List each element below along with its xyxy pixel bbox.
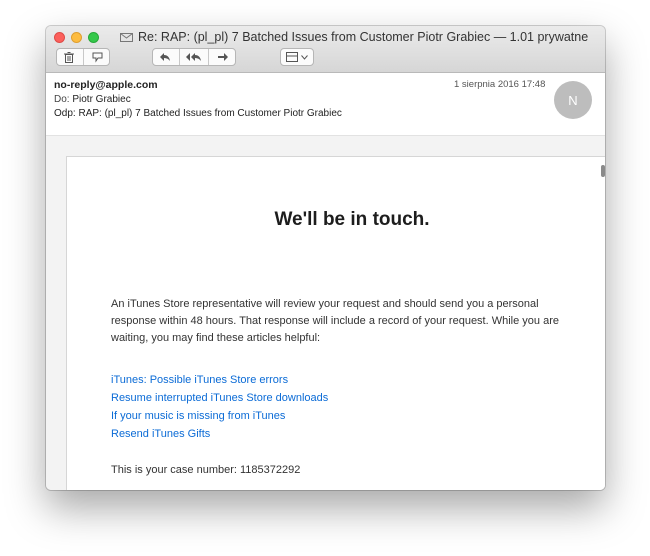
- junk-icon: [92, 52, 103, 63]
- close-button[interactable]: [54, 32, 65, 43]
- sender-address[interactable]: no-reply@apple.com: [54, 79, 158, 91]
- forward-button[interactable]: [209, 49, 237, 65]
- body-paragraph: An iTunes Store representative will revi…: [111, 298, 559, 344]
- reply-all-icon: [186, 53, 201, 61]
- window-title: Re: RAP: (pl_pl) 7 Batched Issues from C…: [138, 30, 589, 44]
- subject-text: RAP: (pl_pl) 7 Batched Issues from Custo…: [78, 108, 342, 119]
- chevron-down-icon: [301, 54, 308, 60]
- link-missing-music[interactable]: If your music is missing from iTunes: [111, 407, 328, 425]
- envelope-icon: [120, 32, 133, 42]
- message-date: 1 sierpnia 2016 17:48: [454, 79, 546, 90]
- link-resend-gifts[interactable]: Resend iTunes Gifts: [111, 425, 328, 443]
- subject-label: Odp:: [54, 108, 76, 119]
- title-bar: Re: RAP: (pl_pl) 7 Batched Issues from C…: [46, 26, 605, 73]
- window-title-area: Re: RAP: (pl_pl) 7 Batched Issues from C…: [120, 30, 588, 44]
- recipient-name[interactable]: Piotr Grabiec: [72, 94, 130, 105]
- zoom-button[interactable]: [88, 32, 99, 43]
- trash-junk-group: [56, 48, 110, 66]
- reply-icon: [160, 53, 170, 61]
- message-body: We'll be in touch. An iTunes Store repre…: [46, 136, 605, 490]
- forward-icon: [218, 53, 228, 61]
- move-button[interactable]: [280, 48, 314, 66]
- archive-move-icon: [286, 52, 298, 62]
- article-links: iTunes: Possible iTunes Store errors Res…: [111, 371, 328, 443]
- reply-button[interactable]: [151, 49, 180, 65]
- delete-button[interactable]: [55, 49, 84, 65]
- trash-icon: [63, 51, 74, 63]
- avatar: N: [554, 81, 592, 119]
- email-card: We'll be in touch. An iTunes Store repre…: [66, 156, 605, 490]
- link-resume-downloads[interactable]: Resume interrupted iTunes Store download…: [111, 389, 328, 407]
- case-number: This is your case number: 1185372292: [111, 464, 301, 476]
- to-label: Do:: [54, 94, 70, 105]
- recipient-line: Do: Piotr Grabiec: [54, 94, 131, 105]
- reply-all-button[interactable]: [180, 49, 209, 65]
- minimize-button[interactable]: [71, 32, 82, 43]
- link-itunes-store-errors[interactable]: iTunes: Possible iTunes Store errors: [111, 371, 328, 389]
- window-controls: [54, 32, 99, 43]
- headline: We'll be in touch.: [274, 209, 430, 230]
- junk-button[interactable]: [84, 49, 112, 65]
- reply-group: [152, 48, 236, 66]
- subject-line: Odp: RAP: (pl_pl) 7 Batched Issues from …: [54, 108, 342, 119]
- scrollbar[interactable]: [601, 165, 605, 177]
- message-header: no-reply@apple.com Do: Piotr Grabiec Odp…: [46, 73, 605, 136]
- mail-window: Re: RAP: (pl_pl) 7 Batched Issues from C…: [46, 26, 605, 490]
